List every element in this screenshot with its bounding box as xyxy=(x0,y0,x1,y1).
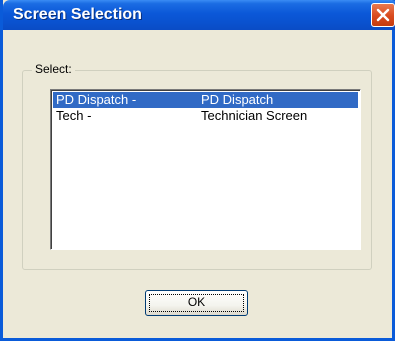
ok-button-label: OK xyxy=(187,295,206,309)
close-icon xyxy=(376,8,390,22)
list-item-name: PD Dispatch xyxy=(201,92,274,107)
list-item[interactable]: Tech - Technician Screen xyxy=(53,108,358,124)
title-bar[interactable]: Screen Selection xyxy=(3,0,395,30)
window-title: Screen Selection xyxy=(13,6,142,23)
list-item-code: Tech - xyxy=(56,108,92,123)
select-group-label: Select: xyxy=(32,62,75,76)
list-item-name: Technician Screen xyxy=(201,108,308,123)
screen-listbox[interactable]: PD Dispatch - PD Dispatch Tech - Technic… xyxy=(50,89,361,250)
list-item[interactable]: PD Dispatch - PD Dispatch xyxy=(53,92,358,108)
list-item-code: PD Dispatch - xyxy=(56,92,137,107)
close-button[interactable] xyxy=(371,3,395,27)
ok-button[interactable]: OK xyxy=(145,290,248,316)
